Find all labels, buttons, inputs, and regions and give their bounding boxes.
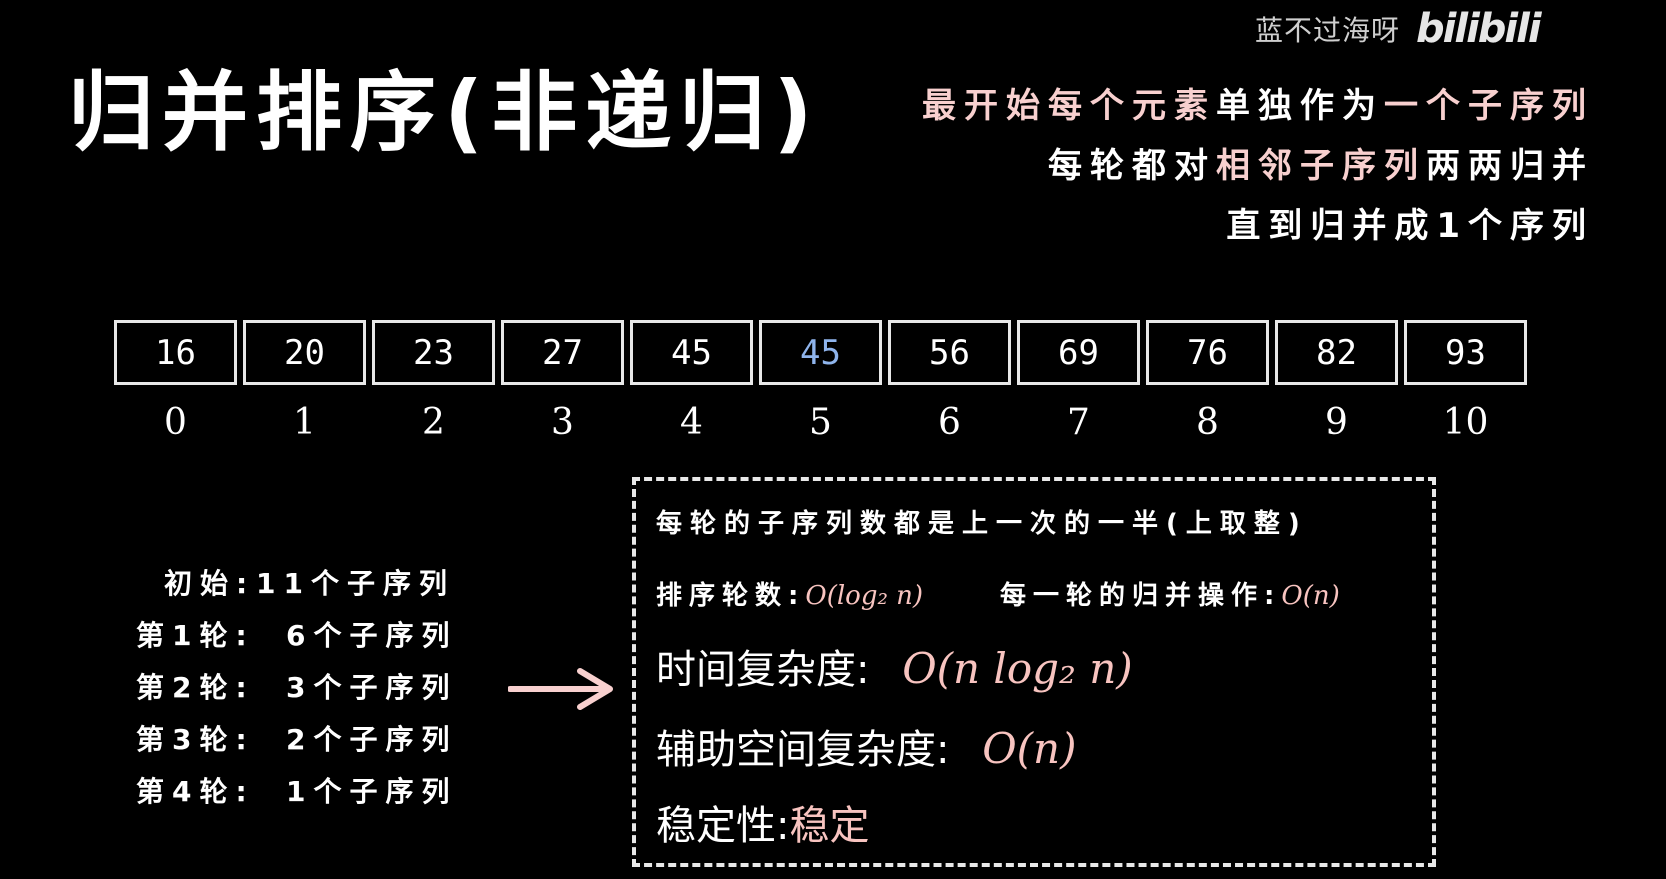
round-label: 第4轮: [136,775,255,808]
array-cell: 45 [630,320,753,385]
time-complexity: 时间复杂度: O(n log₂ n) [656,637,1133,695]
sort-rounds: 排序轮数:O(log₂ n) [656,575,923,612]
array-cell: 93 [1404,320,1527,385]
round-value: 1个子序列 [286,775,458,808]
array-cell: 27 [501,320,624,385]
round-value: 2个子序列 [286,723,458,756]
stability: 稳定性:稳定 [656,793,869,851]
watermark: 蓝不过海呀 bilibili [1255,6,1542,52]
desc-1-b: 单独作为 [1216,86,1384,126]
merge-per-round-value: O(n) [1281,581,1340,611]
desc-1-c: 一个子序列 [1384,86,1594,126]
merge-per-round-label: 每一轮的归并操作: [1000,581,1282,611]
array-cell: 16 [114,320,237,385]
merge-per-round: 每一轮的归并操作:O(n) [1000,575,1340,612]
space-complexity-label: 辅助空间复杂度: [656,727,950,773]
desc-2-c: 两两归并 [1426,146,1594,186]
stability-value: 稳定 [789,803,870,849]
description-line-3: 直到归并成1个序列 [922,196,1594,256]
array-cell: 20 [243,320,366,385]
time-complexity-label: 时间复杂度: [656,647,870,693]
page-title: 归并排序(非递归) [68,63,821,163]
array-index: 2 [422,402,445,443]
round-label: 第3轮: [136,723,255,756]
time-complexity-value: O(n log₂ n) [902,644,1133,693]
desc-2-a: 每轮都对 [1048,146,1216,186]
round-label: 第1轮: [136,619,255,652]
round-value: 11个子序列 [256,567,455,600]
description-line-1: 最开始每个元素单独作为一个子序列 [922,76,1594,136]
stability-label: 稳定性: [656,803,790,849]
array-index: 9 [1325,402,1348,443]
description: 最开始每个元素单独作为一个子序列 每轮都对相邻子序列两两归并 直到归并成1个序列 [922,76,1594,256]
array-index: 4 [680,402,703,443]
round-value: 3个子序列 [286,671,458,704]
array-index: 10 [1442,402,1489,443]
complexity-box: 每轮的子序列数都是上一次的一半(上取整) 排序轮数:O(log₂ n) 每一轮的… [632,477,1436,867]
array-cell: 45 [759,320,882,385]
description-line-2: 每轮都对相邻子序列两两归并 [922,136,1594,196]
sort-rounds-value: O(log₂ n) [805,581,924,611]
box-heading: 每轮的子序列数都是上一次的一半(上取整) [656,509,1308,539]
array-index: 6 [938,402,961,443]
array-cell: 56 [888,320,1011,385]
space-complexity-value: O(n) [982,724,1077,773]
round-value: 6个子序列 [286,619,458,652]
desc-1-a: 最开始每个元素 [922,86,1216,126]
desc-2-b: 相邻子序列 [1216,146,1426,186]
array-index: 3 [551,402,574,443]
sort-rounds-label: 排序轮数: [656,581,806,611]
space-complexity: 辅助空间复杂度: O(n) [656,717,1076,775]
array-cells: 16 20 23 27 45 45 56 69 76 82 93 [114,320,1527,385]
bilibili-logo: bilibili [1416,6,1542,52]
desc-3-a: 直到归并成1个序列 [1226,206,1594,246]
arrow-right-icon [508,668,613,710]
array-index: 8 [1196,402,1219,443]
array-index: 0 [164,402,187,443]
array-cell: 69 [1017,320,1140,385]
array-cell: 82 [1275,320,1398,385]
array-cell: 23 [372,320,495,385]
array-index: 1 [293,402,316,443]
array-cell: 76 [1146,320,1269,385]
watermark-author: 蓝不过海呀 [1255,14,1401,47]
round-label: 初始: [164,567,256,600]
array-index: 7 [1067,402,1090,443]
array-indices: 0 1 2 3 4 5 6 7 8 9 10 [114,402,1527,443]
array-index: 5 [809,402,832,443]
round-label: 第2轮: [136,671,255,704]
